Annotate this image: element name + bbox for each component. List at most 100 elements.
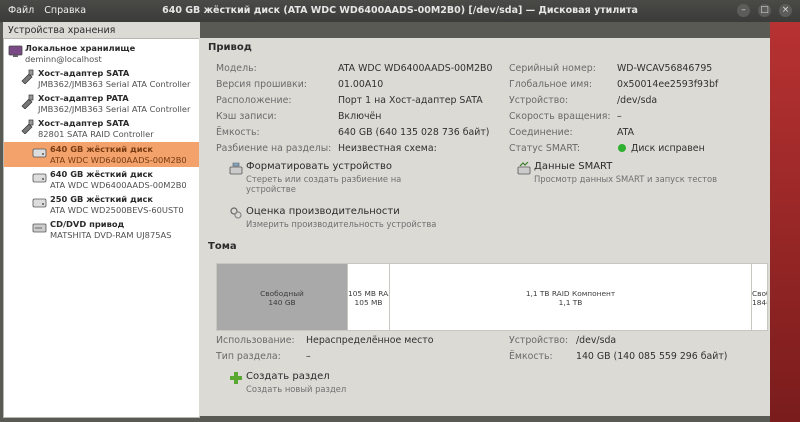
hard-disk-icon <box>32 148 47 158</box>
tree-item-disk-250[interactable]: 250 GB жёсткий диск ATA WDC WD2500BEVS-6… <box>4 192 199 217</box>
capacity-value: 640 GB (640 135 028 736 байт) <box>338 127 490 138</box>
optical-drive-icon <box>32 223 47 233</box>
computer-icon <box>8 45 23 57</box>
tree-item-subtitle: ATA WDC WD6400AADS-00M2B0 <box>50 180 187 190</box>
menu-help[interactable]: Справка <box>44 5 86 16</box>
create-partition-desc: Создать новый раздел <box>246 384 347 394</box>
volume-device-label: Устройство: <box>509 335 569 346</box>
storage-devices-tree[interactable]: Локальное хранилище deminn@localhost Хос… <box>3 38 200 418</box>
connection-label: Соединение: <box>509 127 573 138</box>
serial-value: WD-WCAV56846795 <box>617 63 713 74</box>
tree-item-sata-raid-adapter[interactable]: Хост-адаптер SATA 82801 SATA RAID Contro… <box>4 116 199 141</box>
tree-item-title: CD/DVD привод <box>50 219 125 229</box>
segment-name: 1,1 TB RAID Компонент <box>525 289 616 298</box>
segment-name: 105 MB RA... <box>348 289 389 298</box>
drive-section-heading: Привод <box>208 42 252 53</box>
partitioning-label: Разбиение на разделы: <box>216 143 332 154</box>
format-desc-1: Стереть или создать разбиение на <box>246 174 402 184</box>
connection-value: ATA <box>617 127 635 138</box>
segment-size: 140 GB <box>268 298 296 307</box>
location-value: Порт 1 на Хост-адаптер SATA <box>338 95 483 106</box>
add-icon <box>230 372 242 384</box>
menu-file[interactable]: Файл <box>8 5 34 16</box>
tree-item-optical-drive[interactable]: CD/DVD привод MATSHITA DVD-RAM UJ875AS <box>4 217 199 242</box>
tree-item-title: Хост-адаптер SATA <box>38 68 130 78</box>
tree-item-subtitle: ATA WDC WD2500BEVS-60UST0 <box>50 205 184 215</box>
smart-data-desc: Просмотр данных SMART и запуск тестов <box>534 174 718 184</box>
firmware-label: Версия прошивки: <box>216 79 307 90</box>
usage-label: Использование: <box>216 335 295 346</box>
tree-item-pata-adapter[interactable]: Хост-адаптер PATA JMB362/JMB363 Serial A… <box>4 91 199 116</box>
volume-capacity-value: 140 GB (140 085 559 296 байт) <box>576 351 728 362</box>
location-label: Расположение: <box>216 95 292 106</box>
menu-bar: Файл Справка <box>0 0 86 22</box>
tree-item-title: 640 GB жёсткий диск <box>50 144 154 154</box>
smart-data-icon <box>517 162 531 175</box>
write-cache-label: Кэш записи: <box>216 111 277 122</box>
device-label: Устройство: <box>509 95 569 106</box>
tree-item-disk-640[interactable]: 640 GB жёсткий диск ATA WDC WD6400AADS-0… <box>4 167 199 192</box>
window-title: 640 GB жёсткий диск (ATA WDC WD6400AADS-… <box>162 5 638 16</box>
sidebar-header[interactable]: Устройства хранения <box>3 22 200 39</box>
tree-item-subtitle: JMB362/JMB363 Serial ATA Controller <box>38 79 191 89</box>
tree-item-local-storage[interactable]: Локальное хранилище deminn@localhost <box>4 41 199 66</box>
device-value: /dev/sda <box>617 95 658 106</box>
smart-data-title[interactable]: Данные SMART <box>534 161 612 172</box>
tree-item-sata-adapter[interactable]: Хост-адаптер SATA JMB362/JMB363 Serial A… <box>4 66 199 91</box>
volume-device-value: /dev/sda <box>576 335 617 346</box>
wwn-value: 0x50014ee2593f93bf <box>617 79 719 90</box>
hard-disk-icon <box>32 198 47 208</box>
serial-label: Серийный номер: <box>509 63 596 74</box>
volume-segment-raid-component[interactable]: 1,1 TB RAID Компонент 1,1 TB <box>390 264 752 330</box>
format-desc-2: устройстве <box>246 184 296 194</box>
format-title[interactable]: Форматировать устройство <box>246 161 392 172</box>
segment-size: 1,1 TB <box>558 298 583 307</box>
firmware-value: 01.00A10 <box>338 79 384 90</box>
usage-value: Нераспределённое место <box>306 335 434 346</box>
benchmark-desc: Измерить производительность устройства <box>246 219 437 229</box>
title-bar: 640 GB жёсткий диск (ATA WDC WD6400AADS-… <box>0 0 800 22</box>
tree-item-subtitle: deminn@localhost <box>25 54 102 64</box>
rotation-value: – <box>617 111 622 122</box>
benchmark-icon <box>230 207 242 219</box>
create-partition-title[interactable]: Создать раздел <box>246 371 330 382</box>
volume-segment-free-end[interactable]: Свободный 18446743 ... <box>752 264 767 330</box>
volume-capacity-label: Ёмкость: <box>509 351 553 362</box>
segment-size: 105 MB <box>354 298 383 307</box>
sidebar-header-label: Устройства хранения <box>8 25 116 36</box>
tree-item-disk-640-selected[interactable]: 640 GB жёсткий диск ATA WDC WD6400AADS-0… <box>4 142 199 167</box>
volume-segment-raid-small[interactable]: 105 MB RA... 105 MB <box>348 264 390 330</box>
volume-map: Свободный 140 GB 105 MB RA... 105 MB 1,1… <box>216 263 768 331</box>
controller-icon <box>21 94 34 109</box>
status-ok-icon <box>618 144 626 152</box>
controller-icon <box>21 119 34 134</box>
partition-type-label: Тип раздела: <box>216 351 281 362</box>
hard-disk-icon <box>32 173 47 183</box>
maximize-button[interactable]: □ <box>758 4 771 17</box>
tree-item-title: Хост-адаптер SATA <box>38 118 130 128</box>
smart-status-label: Статус SMART: <box>509 143 581 154</box>
benchmark-title[interactable]: Оценка производительности <box>246 206 400 217</box>
format-icon <box>229 162 243 175</box>
write-cache-value: Включён <box>338 111 382 122</box>
window-controls: – □ × <box>737 4 792 17</box>
volume-segment-free-selected[interactable]: Свободный 140 GB <box>217 264 348 330</box>
partition-type-value: – <box>306 351 311 362</box>
segment-size: 18446743 ... <box>752 298 767 307</box>
tree-item-subtitle: 82801 SATA RAID Controller <box>38 129 154 139</box>
tree-item-title: 250 GB жёсткий диск <box>50 194 154 204</box>
capacity-label: Ёмкость: <box>216 127 260 138</box>
segment-name: Свободный <box>260 289 304 298</box>
rotation-label: Скорость вращения: <box>509 111 611 122</box>
model-label: Модель: <box>216 63 257 74</box>
tree-item-subtitle: ATA WDC WD6400AADS-00M2B0 <box>50 155 187 165</box>
wwn-label: Глобальное имя: <box>509 79 593 90</box>
close-button[interactable]: × <box>779 4 792 17</box>
model-value: ATA WDC WD6400AADS-00M2B0 <box>338 63 493 74</box>
details-pane: Привод Модель: ATA WDC WD6400AADS-00M2B0… <box>203 38 770 416</box>
partitioning-value: Неизвестная схема: <box>338 143 437 154</box>
tree-item-subtitle: MATSHITA DVD-RAM UJ875AS <box>50 230 172 240</box>
tree-item-title: Хост-адаптер PATA <box>38 93 129 103</box>
controller-icon <box>21 69 34 84</box>
minimize-button[interactable]: – <box>737 4 750 17</box>
